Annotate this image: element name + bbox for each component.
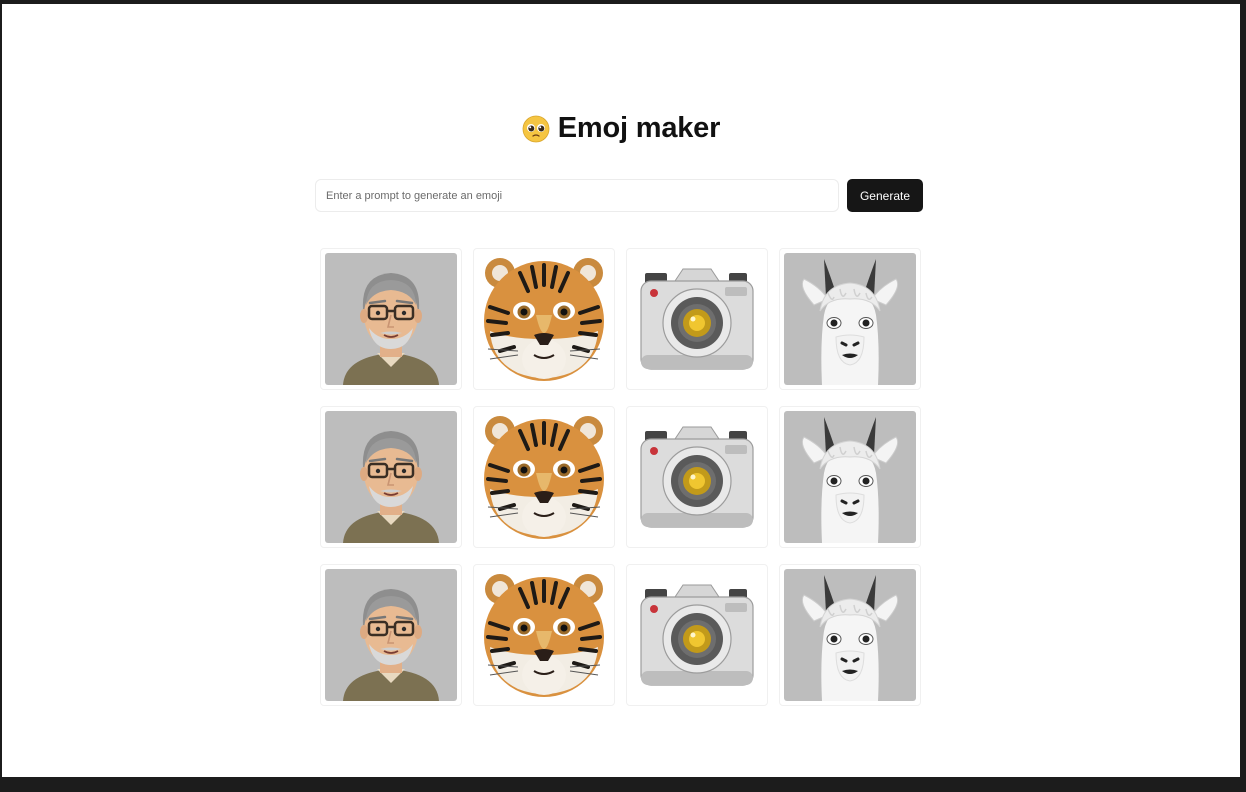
emoji-grid [320, 248, 921, 706]
emoji-tile[interactable] [473, 406, 615, 548]
llama-emoji [784, 253, 916, 385]
emoji-tile[interactable] [779, 248, 921, 390]
tiger-emoji [484, 258, 604, 381]
emoji-tile[interactable] [320, 248, 462, 390]
emoji-tile[interactable] [473, 248, 615, 390]
tiger-emoji [484, 416, 604, 539]
emoji-tile[interactable] [473, 564, 615, 706]
app-title: Emoj maker [557, 112, 721, 144]
camera-emoji [640, 584, 754, 686]
man-with-glasses-emoji [325, 253, 457, 385]
man-with-glasses-emoji [325, 569, 457, 701]
tiger-emoji [484, 574, 604, 697]
emoji-tile[interactable] [626, 406, 768, 548]
pleading-face-icon [522, 115, 550, 142]
llama-emoji [784, 411, 916, 543]
man-with-glasses-emoji [325, 411, 457, 543]
generate-button[interactable]: Generate [847, 179, 923, 212]
emoji-tile[interactable] [320, 406, 462, 548]
emoji-tile[interactable] [779, 564, 921, 706]
emoji-tile[interactable] [626, 248, 768, 390]
app-page: Emoj maker Generate [2, 4, 1240, 777]
emoji-tile[interactable] [320, 564, 462, 706]
camera-emoji [640, 426, 754, 528]
llama-emoji [784, 569, 916, 701]
prompt-input[interactable] [315, 179, 839, 212]
camera-emoji [640, 268, 754, 370]
prompt-form: Generate [315, 179, 923, 212]
emoji-tile[interactable] [779, 406, 921, 548]
page-title: Emoj maker [2, 112, 1240, 145]
emoji-tile[interactable] [626, 564, 768, 706]
